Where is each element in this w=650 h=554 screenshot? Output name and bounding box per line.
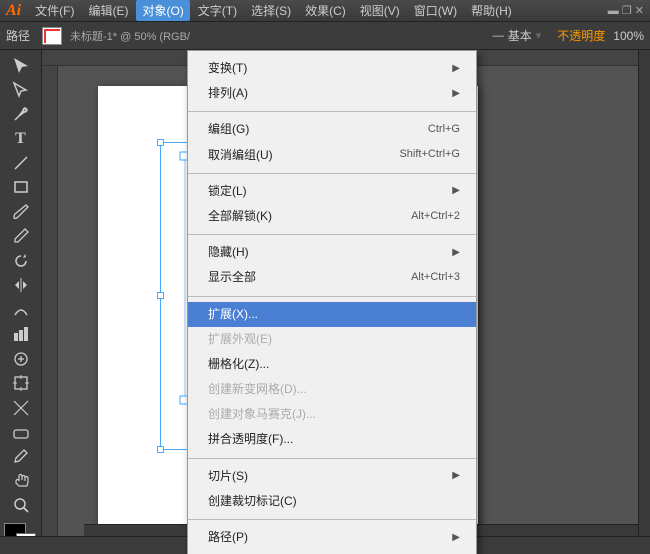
paintbrush-tool[interactable]: [5, 201, 37, 223]
menu-hide[interactable]: 隐藏(H) ▶: [188, 240, 476, 265]
toolbar-right: — 基本 ▾ 不透明度 100%: [493, 27, 644, 44]
menu-edit[interactable]: 编辑(E): [82, 0, 134, 21]
menu-file[interactable]: 文件(F): [29, 0, 80, 21]
menu-select[interactable]: 选择(S): [245, 0, 297, 21]
menu-section-4: 隐藏(H) ▶ 显示全部 Alt+Ctrl+3: [188, 238, 476, 292]
toolbar-row: 路径 未标题-1* @ 50% (RGB/ — 基本 ▾ 不透明度 100%: [0, 22, 650, 50]
menu-help[interactable]: 帮助(H): [465, 0, 518, 21]
divider-3: [188, 234, 476, 235]
menu-rasterize[interactable]: 栅格化(Z)...: [188, 352, 476, 377]
menu-object[interactable]: 对象(O): [136, 0, 189, 21]
rotate-tool[interactable]: [5, 250, 37, 272]
divider-6: [188, 519, 476, 520]
title-bar: Ai 文件(F) 编辑(E) 对象(O) 文字(T) 选择(S) 效果(C) 视…: [0, 0, 650, 22]
menu-slice[interactable]: 切片(S) ▶: [188, 464, 476, 489]
divider-1: [188, 111, 476, 112]
menu-bar: 文件(F) 编辑(E) 对象(O) 文字(T) 选择(S) 效果(C) 视图(V…: [29, 0, 608, 21]
menu-flatten-transparency[interactable]: 拼合透明度(F)...: [188, 427, 476, 452]
menu-group[interactable]: 编组(G) Ctrl+G: [188, 117, 476, 142]
direct-select-tool[interactable]: [5, 78, 37, 100]
left-panel: T: [0, 50, 42, 554]
menu-section-5: 扩展(X)... 扩展外观(E) 栅格化(Z)... 创建新变网格(D)... …: [188, 300, 476, 455]
pen-tool[interactable]: [5, 103, 37, 125]
reflect-tool[interactable]: [5, 274, 37, 296]
opacity-label: 不透明度: [557, 27, 605, 44]
line-tool[interactable]: [5, 152, 37, 174]
menu-shape[interactable]: 形状(P) ▶: [188, 550, 476, 554]
selection-tool[interactable]: [5, 54, 37, 76]
app-logo: Ai: [6, 2, 21, 20]
eyedropper-tool[interactable]: [5, 445, 37, 467]
menu-section-7: 路径(P) ▶ 形状(P) ▶ 图案(E) ▶ 混合(B): [188, 523, 476, 554]
menu-unlock-all[interactable]: 全部解锁(K) Alt+Ctrl+2: [188, 204, 476, 229]
basic-label: 基本: [508, 27, 532, 44]
menu-create-gradient-mesh: 创建新变网格(D)...: [188, 377, 476, 402]
menu-expand-appearance: 扩展外观(E): [188, 327, 476, 352]
path-label: 路径: [6, 27, 30, 44]
menu-arrange[interactable]: 排列(A) ▶: [188, 81, 476, 106]
divider-5: [188, 458, 476, 459]
divider-4: [188, 296, 476, 297]
menu-create-trim-marks[interactable]: 创建裁切标记(C): [188, 489, 476, 514]
menu-view[interactable]: 视图(V): [354, 0, 406, 21]
dropdown-overlay: 变换(T) ▶ 排列(A) ▶ 编组(G) Ctrl+G: [42, 50, 650, 554]
eraser-tool[interactable]: [5, 421, 37, 443]
canvas-area[interactable]: 变换(T) ▶ 排列(A) ▶ 编组(G) Ctrl+G: [42, 50, 650, 554]
menu-effect[interactable]: 效果(C): [299, 0, 352, 21]
object-menu-dropdown: 变换(T) ▶ 排列(A) ▶ 编组(G) Ctrl+G: [187, 50, 477, 554]
menu-section-3: 锁定(L) ▶ 全部解锁(K) Alt+Ctrl+2: [188, 177, 476, 231]
menu-show-all[interactable]: 显示全部 Alt+Ctrl+3: [188, 265, 476, 290]
type-tool[interactable]: T: [5, 127, 37, 149]
doc-info: 未标题-1* @ 50% (RGB/: [70, 28, 190, 44]
slice-tool[interactable]: [5, 396, 37, 418]
menu-lock[interactable]: 锁定(L) ▶: [188, 179, 476, 204]
artboard-tool[interactable]: [5, 372, 37, 394]
warp-tool[interactable]: [5, 299, 37, 321]
opacity-value: 100%: [613, 29, 644, 43]
menu-section-2: 编组(G) Ctrl+G 取消编组(U) Shift+Ctrl+G: [188, 115, 476, 169]
menu-section-6: 切片(S) ▶ 创建裁切标记(C): [188, 462, 476, 516]
menu-ungroup[interactable]: 取消编组(U) Shift+Ctrl+G: [188, 143, 476, 168]
hand-tool[interactable]: [5, 470, 37, 492]
main-area: T: [0, 50, 650, 554]
symbol-tool[interactable]: [5, 347, 37, 369]
menu-transform[interactable]: 变换(T) ▶: [188, 56, 476, 81]
graph-tool[interactable]: [5, 323, 37, 345]
menu-expand[interactable]: 扩展(X)...: [188, 302, 476, 327]
menu-window[interactable]: 窗口(W): [408, 0, 463, 21]
rect-tool[interactable]: [5, 176, 37, 198]
menu-section-1: 变换(T) ▶ 排列(A) ▶: [188, 54, 476, 108]
menu-type[interactable]: 文字(T): [192, 0, 243, 21]
window-controls: ▬ ❐ ✕: [608, 4, 644, 17]
zoom-tool[interactable]: [5, 494, 37, 516]
pencil-tool[interactable]: [5, 225, 37, 247]
menu-create-mosaic: 创建对象马赛克(J)...: [188, 402, 476, 427]
menu-path[interactable]: 路径(P) ▶: [188, 525, 476, 550]
path-indicator: [42, 27, 62, 45]
divider-2: [188, 173, 476, 174]
